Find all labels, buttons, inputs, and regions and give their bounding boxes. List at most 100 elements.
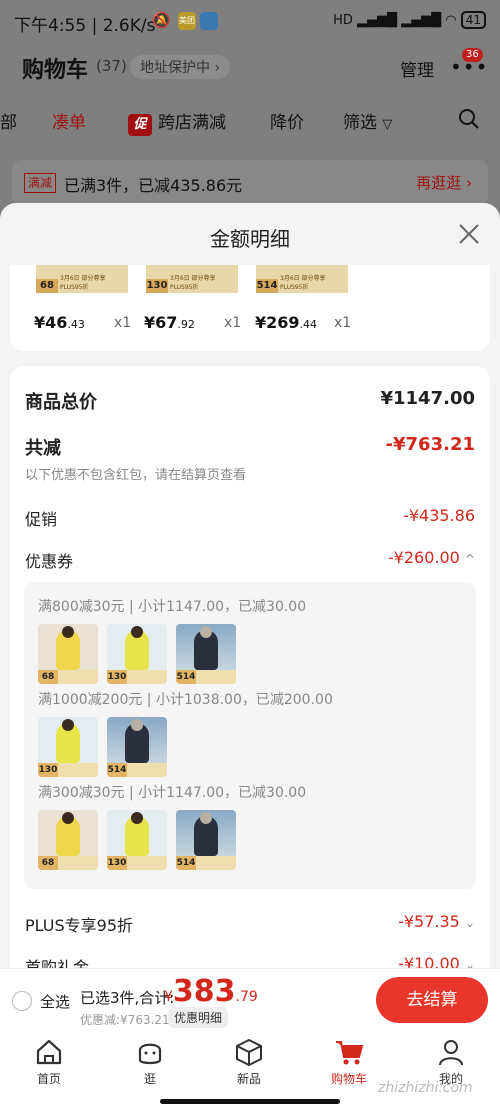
tab-home[interactable]: 首页 <box>14 1038 84 1087</box>
total-value: ¥1147.00 <box>380 388 475 409</box>
promo-tag: 满减 <box>24 173 57 193</box>
wifi-icon: ◠ <box>445 13 461 28</box>
tab-new-label: 新品 <box>236 1072 261 1086</box>
status-bar: 下午4:55 | 2.6K/s 🔕 美团 HD ▂▄▆█ ▂▄▆█ ◠ 41 <box>0 0 500 42</box>
reduce-value: -¥763.21 <box>385 434 475 455</box>
select-all-label[interactable]: 全选 <box>40 991 70 1012</box>
thumb-badge: 514 <box>176 670 196 684</box>
thumb-head <box>200 812 212 824</box>
tab-new[interactable]: 新品 <box>214 1038 284 1087</box>
item-thumb[interactable]: 514 3月6日 部分尊享PLUS95折 <box>256 265 348 293</box>
selected-count: 已选3件,合计: <box>80 989 175 1007</box>
product-thumb[interactable]: 68 <box>38 624 98 684</box>
tab-coudan[interactable]: 凑单 <box>52 108 86 133</box>
product-thumb[interactable]: 130 <box>107 810 167 870</box>
home-indicator[interactable] <box>160 1099 340 1104</box>
discount-text: 优惠减:¥763.21 <box>80 1013 170 1027</box>
promo-label: 促销 <box>25 510 58 529</box>
total-currency: ¥ <box>164 989 173 1005</box>
chevron-down-icon: ⌄ <box>464 958 475 968</box>
home-indicator-area <box>0 1094 500 1111</box>
chevron-up-icon: ^ <box>464 552 475 566</box>
item-badge: 514 <box>256 279 278 293</box>
price-int: ¥46 <box>34 313 68 332</box>
thumb-head <box>200 626 212 638</box>
profile-icon <box>439 1040 463 1066</box>
discount-detail-button[interactable]: 优惠明细 <box>168 1007 229 1028</box>
summary-card: 商品总价 ¥1147.00 共减 -¥763.21 以下优惠不包含红包，请在结算… <box>10 366 490 968</box>
checkout-bar: 全选 已选3件,合计: ¥383.79 优惠减:¥763.21 优惠明细 去结算 <box>0 968 500 1032</box>
reduce-label: 共减 <box>25 438 61 459</box>
tab-price-drop[interactable]: 降价 <box>270 108 304 133</box>
item-label: 3月6日 部分尊享PLUS95折 <box>60 275 106 291</box>
item-qty: x1 <box>114 315 132 331</box>
item-price: ¥269.44 <box>255 313 317 332</box>
coupon-value: -¥260.00 <box>387 548 460 567</box>
select-all-radio[interactable] <box>12 991 32 1011</box>
product-thumb[interactable]: 130 <box>107 624 167 684</box>
price-int: ¥269 <box>255 313 300 332</box>
coupon-rule: 满800减30元 | 小计1147.00，已减30.00 <box>38 599 307 615</box>
total-dec: .79 <box>235 989 258 1005</box>
thumb-badge: 130 <box>107 670 127 684</box>
item-label: 3月6日 部分尊享PLUS95折 <box>170 275 216 291</box>
thumb-badge: 130 <box>38 763 58 777</box>
price-dec: .92 <box>177 318 195 331</box>
thumb-badge: 514 <box>176 856 196 870</box>
item-badge: 130 <box>146 279 168 293</box>
product-thumb[interactable]: 514 <box>176 624 236 684</box>
checkout-button[interactable]: 去结算 <box>376 977 488 1023</box>
promo-text: 已满3件，已减435.86元 <box>64 176 243 195</box>
reduce-note: 以下优惠不包含红包，请在结算页查看 <box>25 468 247 483</box>
promo-link[interactable]: 再逛逛 › <box>416 172 472 193</box>
address-protect-button[interactable]: 地址保护中 › <box>130 55 231 79</box>
item-qty: x1 <box>224 315 242 331</box>
thumb-badge: 68 <box>38 670 58 684</box>
price-dec: .43 <box>67 318 85 331</box>
browse-icon <box>138 1043 162 1065</box>
first-gift-value-wrap: -¥10.00 ⌄ <box>398 954 475 968</box>
first-gift-label: 首购礼金 <box>25 958 90 968</box>
battery-icon: 41 <box>460 11 486 29</box>
thumb-head <box>62 719 74 731</box>
coupon-rule: 满300减30元 | 小计1147.00，已减30.00 <box>38 785 307 801</box>
items-card: 68 3月6日 部分尊享PLUS95折 130 3月6日 部分尊享PLUS95折… <box>10 265 490 351</box>
coupon-breakdown: 满800减30元 | 小计1147.00，已减30.00 满1000减200元 … <box>24 582 476 889</box>
product-thumb[interactable]: 514 <box>176 810 236 870</box>
product-thumb[interactable]: 130 <box>38 717 98 777</box>
product-thumb[interactable]: 514 <box>107 717 167 777</box>
item-price: ¥46.43 <box>34 313 85 332</box>
product-thumb[interactable]: 68 <box>38 810 98 870</box>
item-thumb[interactable]: 68 3月6日 部分尊享PLUS95折 <box>36 265 128 293</box>
more-badge: 36 <box>462 48 483 62</box>
page-title: 购物车 <box>22 58 89 83</box>
promo-value: -¥435.86 <box>403 506 475 525</box>
thumb-head <box>62 812 74 824</box>
coupon-rule: 满1000减200元 | 小计1038.00，已减200.00 <box>38 692 333 708</box>
chevron-down-icon: ⌄ <box>464 916 475 930</box>
item-badge: 68 <box>36 279 58 293</box>
manage-button[interactable]: 管理 <box>400 56 434 81</box>
tab-browse[interactable]: 逛 <box>115 1038 185 1087</box>
cart-icon <box>336 1041 364 1065</box>
first-gift-value: -¥10.00 <box>398 954 460 968</box>
cart-count: (37) <box>96 57 127 75</box>
promo-banner[interactable]: 满减 已满3件，已减435.86元 再逛逛 › <box>12 160 488 206</box>
tab-browse-label: 逛 <box>143 1072 156 1086</box>
tab-cart[interactable]: 购物车 <box>314 1038 384 1087</box>
thumb-badge: 514 <box>107 763 127 777</box>
tab-filter[interactable]: 筛选 ▽ <box>343 108 392 133</box>
amount-detail-sheet: 金额明细 68 3月6日 部分尊享PLUS95折 130 3月6日 部分尊享PL… <box>0 203 500 968</box>
total-int: 383 <box>172 974 236 1009</box>
item-thumb[interactable]: 130 3月6日 部分尊享PLUS95折 <box>146 265 238 293</box>
search-icon[interactable] <box>458 108 480 130</box>
close-icon[interactable] <box>458 223 480 245</box>
coupon-label: 优惠券 <box>25 552 74 571</box>
tab-all[interactable]: 部 <box>0 108 17 133</box>
box-icon <box>236 1038 262 1066</box>
price-dec: .44 <box>299 318 318 331</box>
tab-cross-store[interactable]: 促跨店满减 <box>128 108 226 136</box>
thumb-badge: 130 <box>107 856 127 870</box>
meituan-app-icon: 美团 <box>178 12 196 30</box>
item-label: 3月6日 部分尊享PLUS95折 <box>280 275 326 291</box>
